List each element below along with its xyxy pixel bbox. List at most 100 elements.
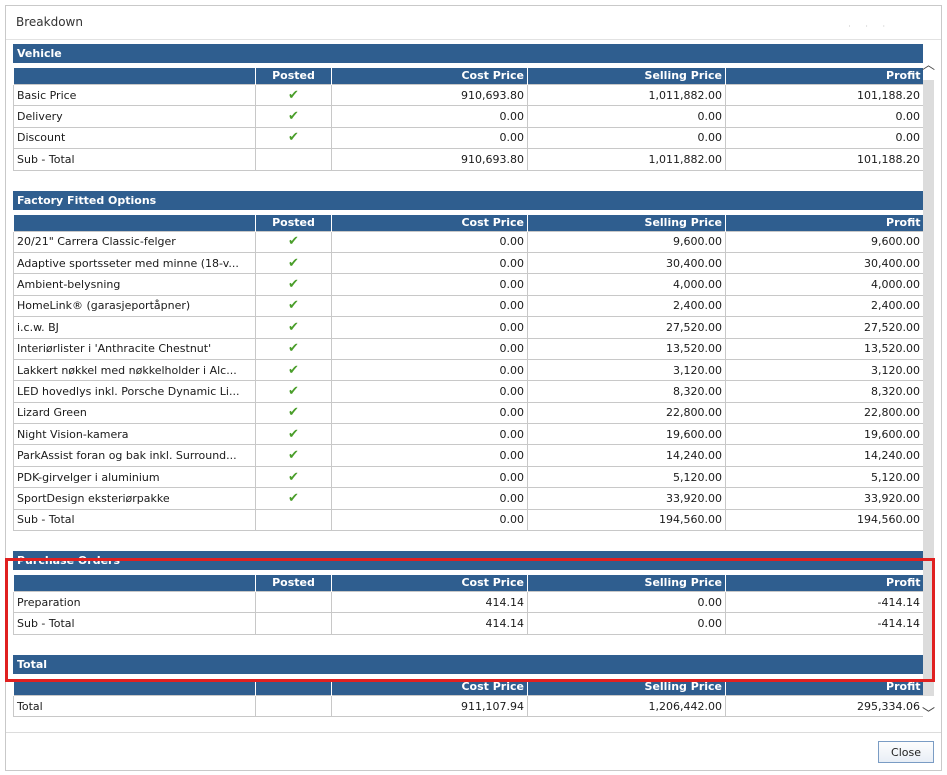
checkmark-icon: ✔ [255, 380, 332, 403]
cell-profit: -414.14 [725, 591, 923, 614]
cell-name: LED hovedlys inkl. Porsche Dynamic Li... [13, 380, 256, 403]
column-header-name [13, 68, 256, 85]
cell-name: i.c.w. BJ [13, 316, 256, 339]
table-row[interactable]: Preparation 414.14 0.00 -414.14 [13, 591, 923, 614]
chevron-down-icon[interactable]: ﹀ [921, 707, 936, 722]
table-row[interactable]: 20/21" Carrera Classic-felger ✔ 0.00 9,600.… [13, 230, 923, 253]
checkmark-icon: ✔ [255, 444, 332, 467]
table-header-row: Posted Cost Price Selling Price Profit [13, 214, 923, 232]
cell-cost-price: 0.00 [331, 294, 528, 318]
table-row[interactable]: Night Vision-kamera ✔ 0.00 19,600.00 19,600.… [13, 423, 923, 446]
table-row[interactable]: Sub - Total 414.14 0.00 -414.14 [13, 612, 923, 635]
cell-cost-price: 0.00 [331, 251, 528, 275]
total-section: Total Cost Price Selling Price Profit To… [13, 654, 923, 718]
table-row[interactable]: Sub - Total 0.00 194,560.00 194,560.00 [13, 508, 923, 532]
table-row[interactable]: LED hovedlys inkl. Porsche Dynamic Li...… [13, 380, 923, 403]
checkmark-icon: ✔ [255, 294, 332, 318]
cell-name: Sub - Total [13, 148, 256, 171]
column-header-name [13, 678, 256, 696]
checkmark-icon: ✔ [255, 230, 332, 253]
cell-profit: 295,334.06 [725, 694, 923, 718]
cell-cost-price: 0.00 [331, 444, 528, 467]
table-header-row: Posted Cost Price Selling Price Profit [13, 575, 923, 592]
cell-name: Preparation [13, 591, 256, 614]
cell-selling-price: 0.00 [527, 591, 726, 614]
column-header-posted: Posted [255, 68, 332, 85]
column-header-posted: Posted [255, 214, 332, 232]
table-row[interactable]: Sub - Total 910,693.80 1,011,882.00 101,188… [13, 148, 923, 171]
cell-profit: 27,520.00 [725, 316, 923, 339]
column-header-profit: Profit [725, 214, 923, 232]
cell-selling-price: 8,320.00 [527, 380, 726, 403]
checkmark-icon: ✔ [255, 423, 332, 446]
cell-profit: 19,600.00 [725, 423, 923, 446]
checkmark-icon: ✔ [255, 358, 332, 382]
column-header-profit: Profit [725, 575, 923, 592]
close-button[interactable]: Close [878, 741, 934, 763]
checkmark-icon: ✔ [255, 337, 332, 360]
table-row[interactable]: Lakkert nøkkel med nøkkelholder i Alc...… [13, 358, 923, 382]
cell-selling-price: 30,400.00 [527, 251, 726, 275]
section-header: Total [13, 654, 923, 674]
cell-cost-price: 414.14 [331, 612, 528, 635]
cell-name: Delivery [13, 105, 256, 128]
table-row[interactable]: Total 911,107.94 1,206,442.00 295,334.06 [13, 694, 923, 718]
cell-cost-price: 0.00 [331, 230, 528, 253]
table-row[interactable]: Interiørlister i 'Anthracite Chestnut' ✔ 0… [13, 337, 923, 360]
cell-cost-price: 0.00 [331, 508, 528, 532]
cell-profit: 2,400.00 [725, 294, 923, 318]
cell-name: 20/21" Carrera Classic-felger [13, 230, 256, 253]
cell-cost-price: 0.00 [331, 358, 528, 382]
cell-profit: 33,920.00 [725, 487, 923, 510]
cell-profit: 5,120.00 [725, 465, 923, 489]
cell-cost-price: 0.00 [331, 105, 528, 128]
vertical-scrollbar[interactable]: ︿ ﹀ [919, 44, 938, 734]
table-row[interactable]: Adaptive sportsseter med minne (18-v... ✔… [13, 251, 923, 275]
purchase-orders-section: Purchase Orders Posted Cost Price Sellin… [13, 551, 923, 635]
cell-profit: 8,320.00 [725, 380, 923, 403]
cell-name: Interiørlister i 'Anthracite Chestnut' [13, 337, 256, 360]
cell-cost-price: 0.00 [331, 126, 528, 150]
cell-cost-price: 910,693.80 [331, 83, 528, 107]
cell-selling-price: 3,120.00 [527, 358, 726, 382]
breakdown-scroll-area[interactable]: Vehicle Posted Cost Price Selling Price … [13, 44, 923, 734]
dialog-footer: Close [6, 732, 941, 770]
titlebar-controls: · · · [848, 22, 891, 31]
chevron-up-icon[interactable]: ︿ [921, 58, 936, 73]
cell-profit: 13,520.00 [725, 337, 923, 360]
scrollbar-thumb[interactable] [923, 80, 934, 696]
checkmark-icon: ✔ [255, 126, 332, 150]
column-header-selling-price: Selling Price [527, 214, 726, 232]
cell-selling-price: 194,560.00 [527, 508, 726, 532]
cell-profit: 14,240.00 [725, 444, 923, 467]
table-row[interactable]: i.c.w. BJ ✔ 0.00 27,520.00 27,520.00 [13, 316, 923, 339]
table-row[interactable]: Lizard Green ✔ 0.00 22,800.00 22,800.00 [13, 401, 923, 425]
cell-selling-price: 0.00 [527, 105, 726, 128]
cell-cost-price: 0.00 [331, 423, 528, 446]
table-row[interactable]: Delivery ✔ 0.00 0.00 0.00 [13, 105, 923, 128]
table-row[interactable]: ParkAssist foran og bak inkl. Surround..… [13, 444, 923, 467]
cell-profit: 0.00 [725, 126, 923, 150]
section-header: Factory Fitted Options [13, 190, 923, 210]
table-header-row: Posted Cost Price Selling Price Profit [13, 68, 923, 85]
cell-profit: 101,188.20 [725, 83, 923, 107]
table-row[interactable]: HomeLink® (garasjeportåpner) ✔ 0.00 2,400.0… [13, 294, 923, 318]
table-row[interactable]: Discount ✔ 0.00 0.00 0.00 [13, 126, 923, 150]
checkmark-icon: ✔ [255, 487, 332, 510]
cell-cost-price: 0.00 [331, 401, 528, 425]
cell-posted [255, 591, 332, 614]
table-row[interactable]: PDK-girvelger i aluminium ✔ 0.00 5,120.00 5,… [13, 465, 923, 489]
vehicle-table: Posted Cost Price Selling Price Profit B… [13, 68, 923, 171]
cell-profit: 30,400.00 [725, 251, 923, 275]
table-row[interactable]: Basic Price ✔ 910,693.80 1,011,882.00 101,18… [13, 83, 923, 107]
cell-name: Basic Price [13, 83, 256, 107]
cell-selling-price: 4,000.00 [527, 273, 726, 296]
checkmark-icon: ✔ [255, 273, 332, 296]
table-row[interactable]: SportDesign eksteriørpakke ✔ 0.00 33,920.00… [13, 487, 923, 510]
cell-name: Night Vision-kamera [13, 423, 256, 446]
cell-profit: -414.14 [725, 612, 923, 635]
section-header: Vehicle [13, 44, 923, 63]
cell-name: Discount [13, 126, 256, 150]
table-row[interactable]: Ambient-belysning ✔ 0.00 4,000.00 4,000.00 [13, 273, 923, 296]
cell-cost-price: 0.00 [331, 337, 528, 360]
